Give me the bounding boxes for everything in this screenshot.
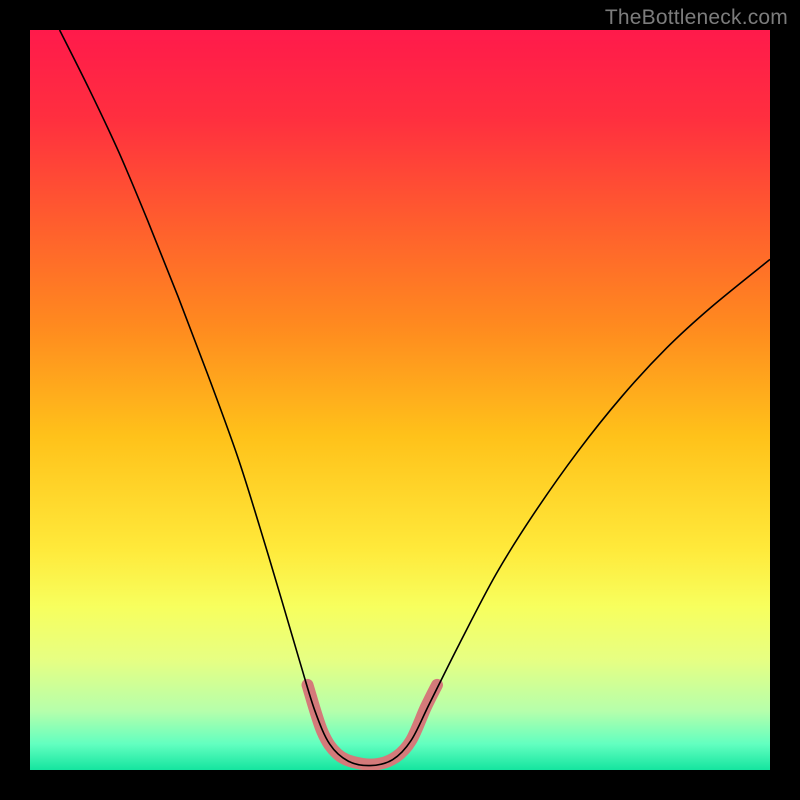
plot-area <box>30 30 770 770</box>
chart-svg <box>30 30 770 770</box>
chart-frame: TheBottleneck.com <box>0 0 800 800</box>
chart-background <box>30 30 770 770</box>
watermark-text: TheBottleneck.com <box>605 6 788 30</box>
